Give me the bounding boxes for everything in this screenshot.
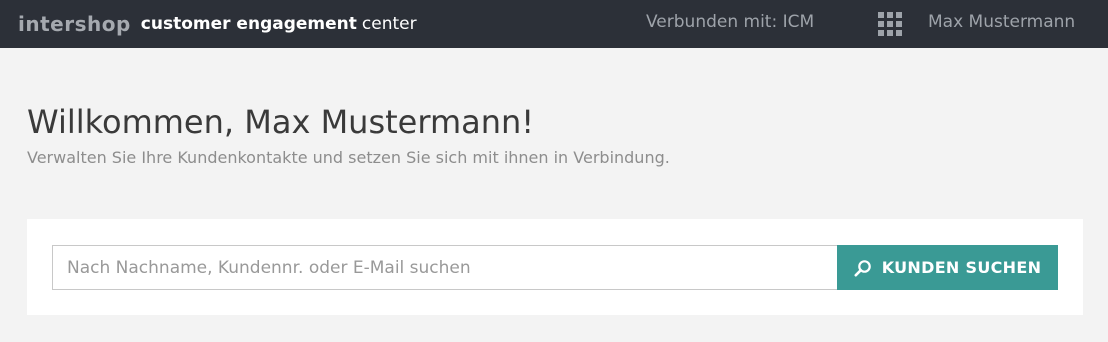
app-name-light: center [361,14,417,34]
brand[interactable]: intershop customer engagement center [18,12,417,36]
page-subtitle: Verwalten Sie Ihre Kundenkontakte und se… [27,148,670,167]
user-menu[interactable]: Max Mustermann [928,12,1075,32]
grid-icon[interactable] [878,12,902,36]
connection-status: Verbunden mit: ICM [646,12,815,32]
app-name-bold: customer engagement [140,14,357,34]
search-button-label: KUNDEN SUCHEN [881,258,1042,277]
intershop-logo: intershop [18,12,131,36]
search-panel: KUNDEN SUCHEN [27,219,1083,315]
search-customers-button[interactable]: KUNDEN SUCHEN [837,245,1058,290]
customer-search-input[interactable] [52,245,837,290]
top-navigation-bar: intershop customer engagement center Ver… [0,0,1108,48]
page-title: Willkommen, Max Mustermann! [27,103,535,141]
search-icon [854,259,871,277]
